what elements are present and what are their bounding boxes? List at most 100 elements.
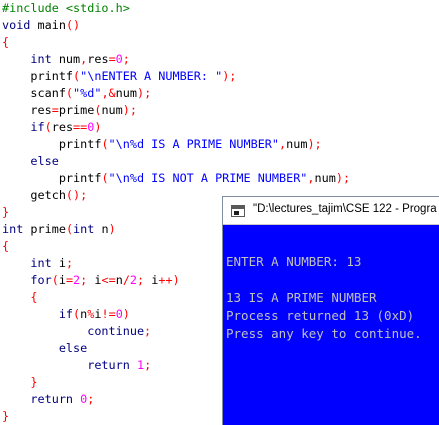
code-line: } — [2, 204, 9, 221]
code-line: printf("\n%d IS A PRIME NUMBER",num); — [2, 136, 322, 153]
code-token: for — [2, 273, 52, 287]
code-token: } — [2, 375, 38, 389]
code-token: int — [2, 52, 52, 66]
code-token: res — [51, 120, 74, 134]
code-token: ,& — [101, 86, 116, 100]
code-token: n — [94, 222, 109, 236]
code-token: (); — [65, 188, 88, 202]
code-line: int prime(int n) — [2, 221, 116, 238]
code-token: { — [2, 290, 38, 304]
code-token: / — [122, 273, 130, 287]
code-token: else — [2, 341, 88, 355]
code-token: res — [87, 52, 109, 66]
code-line: printf("\n%d IS NOT A PRIME NUMBER",num)… — [2, 170, 350, 187]
code-line: getch(); — [2, 187, 87, 204]
code-line: if(res==0) — [2, 119, 101, 136]
code-line: int i; — [2, 255, 73, 272]
code-token: i — [51, 256, 66, 270]
code-line: void main() — [2, 17, 80, 34]
code-line: } — [2, 374, 38, 391]
code-token: num — [314, 171, 336, 185]
code-token: continue — [2, 324, 145, 338]
code-token: = — [51, 103, 59, 117]
code-token: getch — [2, 188, 66, 202]
code-token: printf — [2, 171, 102, 185]
code-token: num — [286, 137, 308, 151]
code-token: ; — [122, 52, 130, 66]
code-token: ; — [144, 324, 152, 338]
code-token: { — [2, 239, 10, 253]
code-line: { — [2, 238, 9, 255]
code-token: ( — [101, 137, 109, 151]
code-token: i — [144, 273, 159, 287]
console-output: ENTER A NUMBER: 13 13 IS A PRIME NUMBER Pr… — [223, 226, 439, 425]
code-token: "\n%d IS A PRIME NUMBER" — [108, 137, 280, 151]
code-token: main — [30, 18, 66, 32]
code-line: } — [2, 408, 9, 425]
code-token: num — [101, 103, 123, 117]
code-token: return — [2, 358, 130, 372]
code-token: ; — [144, 358, 152, 372]
code-token: == — [73, 120, 88, 134]
code-token: 0 — [115, 307, 123, 321]
console-line: Press any key to continue. — [226, 326, 422, 341]
code-token: void — [2, 18, 31, 32]
console-title: "D:\lectures_tajim\CSE 122 - Progra — [253, 203, 437, 215]
code-token: num — [115, 86, 137, 100]
code-token: ) — [108, 222, 116, 236]
code-line: continue; — [2, 323, 151, 340]
console-line: 13 IS A PRIME NUMBER — [226, 290, 377, 305]
code-token: i — [58, 273, 66, 287]
console-line: ENTER A NUMBER: 13 — [226, 254, 362, 269]
code-line: return 0; — [2, 391, 94, 408]
code-line: return 1; — [2, 357, 151, 374]
code-token: n — [115, 273, 123, 287]
code-token: else — [2, 154, 59, 168]
code-token: != — [101, 307, 116, 321]
console-titlebar[interactable]: "D:\lectures_tajim\CSE 122 - Progra — [223, 197, 439, 225]
code-token: ( — [65, 86, 74, 100]
code-token: () — [65, 18, 81, 32]
code-token: scanf — [2, 86, 66, 100]
code-token: int — [2, 222, 24, 236]
code-token: i — [87, 273, 102, 287]
code-token: 1 — [129, 358, 145, 372]
code-token: ; — [65, 256, 74, 270]
code-token: return — [2, 392, 74, 406]
code-token: ( — [101, 171, 109, 185]
code-token: 0 — [115, 52, 123, 66]
code-line: scanf("%d",&num); — [2, 85, 151, 102]
code-token: prime — [23, 222, 66, 236]
console-window[interactable]: "D:\lectures_tajim\CSE 122 - Progra ENTE… — [222, 196, 439, 425]
code-line: int num,res=0; — [2, 51, 130, 68]
code-token: "\n%d IS NOT A PRIME NUMBER" — [108, 171, 308, 185]
code-line: printf("\nENTER A NUMBER: "); — [2, 68, 236, 85]
code-line: res=prime(num); — [2, 102, 137, 119]
code-token: = — [65, 273, 74, 287]
code-token: ); — [222, 69, 237, 83]
code-token: = — [108, 52, 116, 66]
code-token: prime — [58, 103, 95, 117]
code-token: int — [73, 222, 95, 236]
code-line: for(i=2; i<=n/2; i++) — [2, 272, 180, 289]
code-token: ); — [136, 86, 152, 100]
code-token: } — [2, 409, 10, 423]
code-token: ); — [307, 137, 322, 151]
code-line: { — [2, 34, 9, 51]
code-token: 2 — [129, 273, 138, 287]
code-token: "\nENTER A NUMBER: " — [80, 69, 223, 83]
code-token: ( — [51, 273, 59, 287]
console-window-icon — [231, 205, 245, 217]
code-token: } — [2, 205, 10, 219]
code-token: 0 — [73, 392, 88, 406]
code-token: ); — [122, 103, 137, 117]
code-token: ) — [94, 120, 102, 134]
code-token: #include <stdio.h> — [2, 1, 130, 15]
code-token: ++) — [158, 273, 180, 287]
code-token: num — [51, 52, 81, 66]
code-token: printf — [2, 69, 74, 83]
code-token: res — [2, 103, 52, 117]
code-line: else — [2, 340, 87, 357]
code-token: "%d" — [73, 86, 102, 100]
code-token: ); — [335, 171, 351, 185]
